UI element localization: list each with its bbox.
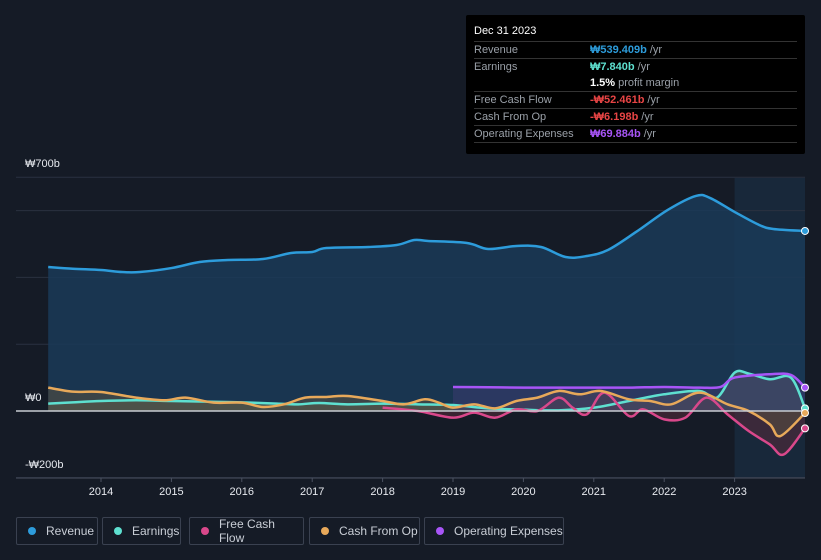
legend-item-free-cash-flow[interactable]: Free Cash Flow [189,517,304,545]
y-tick-label: ₩700b [25,158,60,171]
tooltip-value: -₩6.198b [590,111,639,123]
tooltip: Dec 31 2023 Revenue ₩539.409b/yr Earnings ₩… [466,15,805,154]
cash-from-op-endpoint [801,409,809,418]
x-ticks [16,477,805,482]
x-tick-label: 2014 [88,486,114,498]
tooltip-value: ₩69.884b [590,128,641,140]
x-tick-label: 2019 [440,486,466,498]
tooltip-row: Operating Expenses ₩69.884b/yr [474,126,797,143]
tooltip-unit: /yr [641,111,654,123]
y-tick-label: -₩200b [25,458,64,471]
x-tick-label: 2021 [581,486,607,498]
tooltip-label: Free Cash Flow [474,94,552,106]
revenue-endpoint [801,226,809,235]
tooltip-row: Earnings ₩7.840b/yr [474,59,797,75]
x-tick-label: 2022 [651,486,677,498]
free-cash-flow-endpoint [801,424,809,433]
legend-label: Earnings [132,524,180,538]
tooltip-value: ₩539.409b [590,44,647,56]
legend-label: Cash From Op [339,524,418,538]
tooltip-label: Revenue [474,44,519,56]
legend-dot-icon [436,527,444,535]
tooltip-unit: profit margin [618,77,680,89]
legend-dot-icon [28,527,36,535]
tooltip-value: 1.5% [590,77,616,89]
tooltip-label: Cash From Op [474,111,547,123]
operating-expenses-endpoint [801,383,809,392]
legend-item-earnings[interactable]: Earnings [102,517,181,545]
tooltip-label [474,75,590,91]
x-tick-label: 2016 [229,486,255,498]
tooltip-row: 1.5% profit margin [474,75,797,92]
legend-dot-icon [114,527,122,535]
tooltip-date: Dec 31 2023 [474,23,797,42]
x-tick-label: 2018 [370,486,395,498]
tooltip-row: Revenue ₩539.409b/yr [474,42,797,59]
tooltip-unit: /yr [649,44,663,56]
legend-dot-icon [321,527,329,535]
legend-label: Free Cash Flow [218,517,275,545]
tooltip-unit: /yr [637,61,650,73]
tooltip-unit: /yr [643,128,656,140]
x-tick-label: 2015 [159,486,184,498]
y-tick-label: ₩0 [25,392,42,404]
x-tick-label: 2020 [511,486,536,498]
tooltip-row: Cash From Op -₩6.198b/yr [474,109,797,126]
tooltip-row: Free Cash Flow -₩52.461b/yr [474,92,797,109]
revenue-area [48,194,805,411]
legend-label: Revenue [46,524,95,538]
series-areas [48,194,805,455]
tooltip-unit: /yr [647,94,660,106]
tooltip-label: Operating Expenses [474,128,574,140]
tooltip-value: ₩7.840b [590,61,635,73]
legend-item-revenue[interactable]: Revenue [16,517,98,545]
tooltip-label: Earnings [474,61,518,73]
legend-item-cash-from-op[interactable]: Cash From Op [309,517,420,545]
legend-dot-icon [201,527,209,535]
x-tick-label: 2017 [299,486,325,498]
tooltip-value: -₩52.461b [590,94,645,106]
legend-label: Operating Expenses [454,524,563,538]
legend-item-operating-expenses[interactable]: Operating Expenses [424,517,564,545]
x-tick-label: 2023 [722,486,747,498]
